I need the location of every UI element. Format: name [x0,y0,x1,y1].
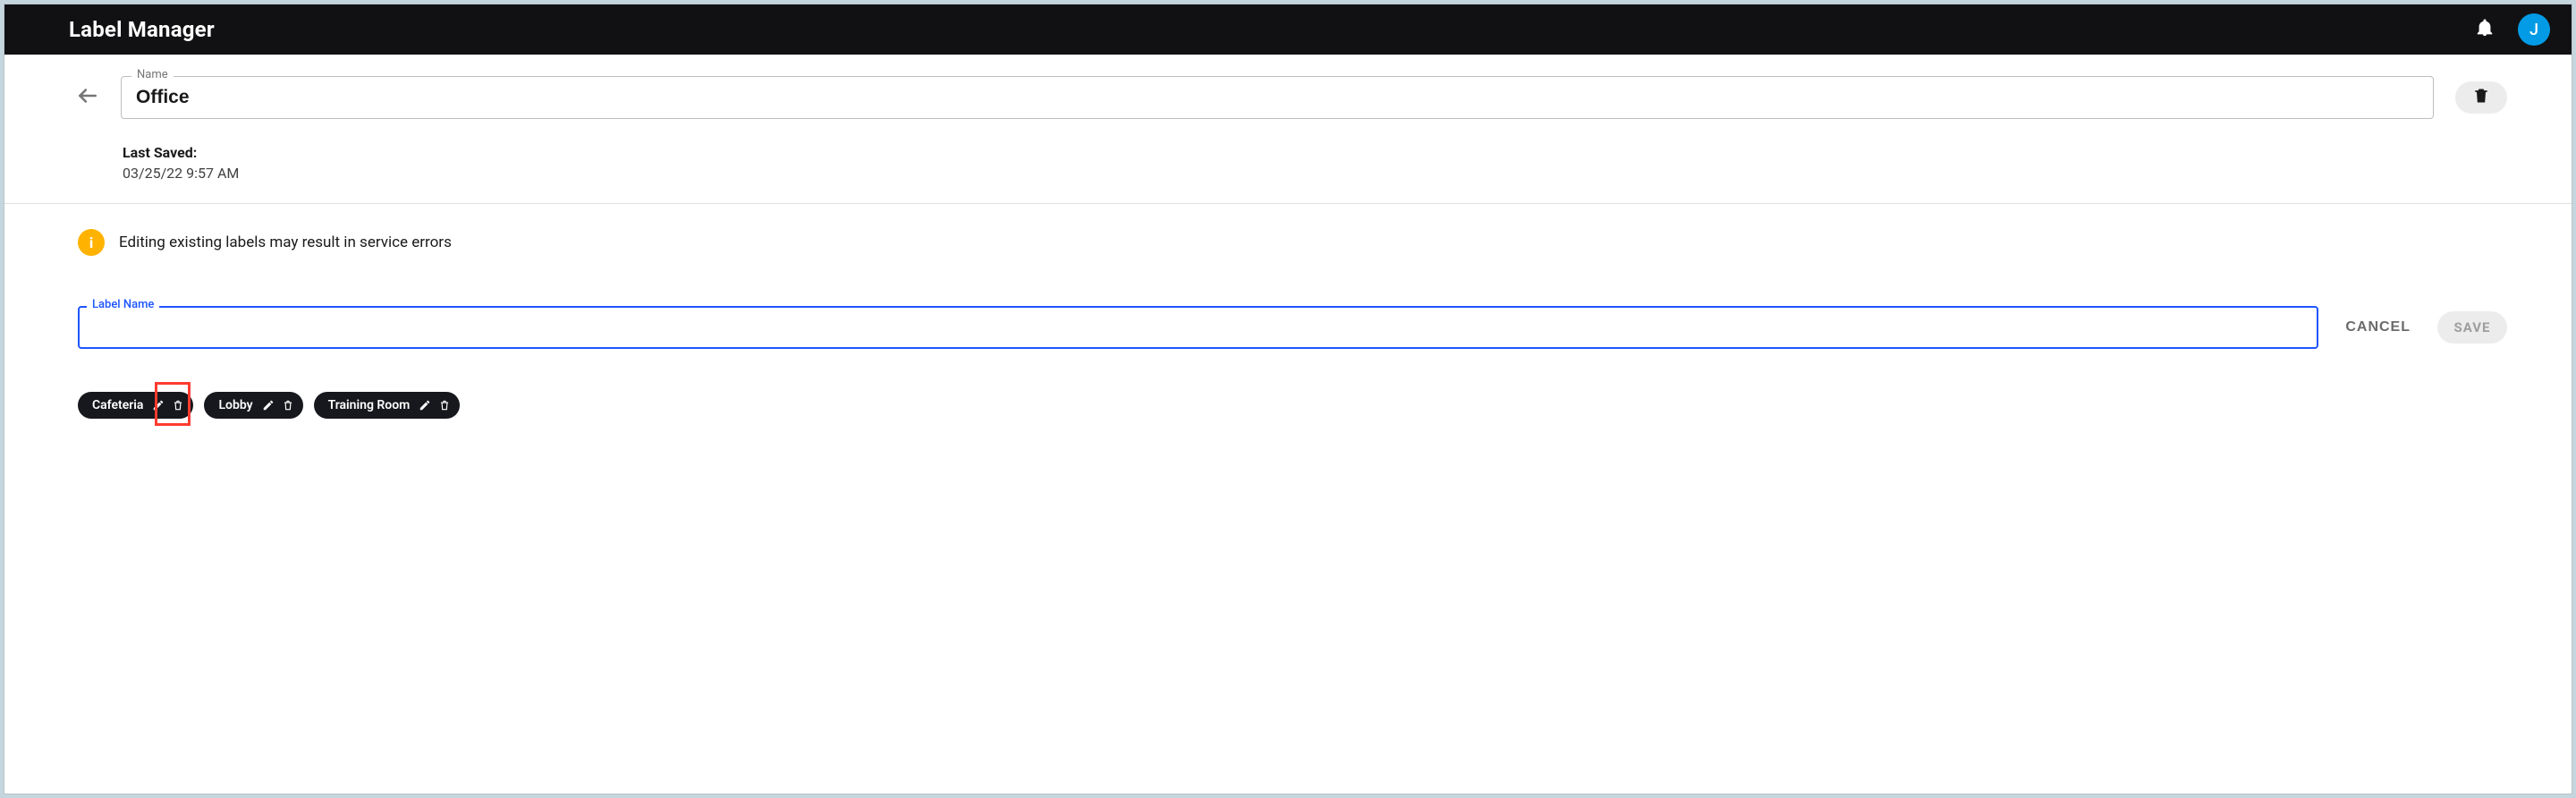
notifications-icon[interactable] [2475,18,2495,41]
trash-icon[interactable] [172,399,184,412]
cancel-button[interactable]: CANCEL [2345,319,2411,335]
label-chips-row: Cafeteria Lobby [78,392,2507,419]
trash-icon [2472,87,2490,108]
name-field-label: Name [131,68,174,81]
chip-label: Cafeteria [92,398,143,412]
last-saved-label: Last Saved: [123,144,2507,161]
app-title: Label Manager [69,17,215,42]
warning-row: i Editing existing labels may result in … [78,229,2507,256]
info-icon: i [78,229,105,256]
pencil-icon[interactable] [152,399,165,412]
header-right: J [2475,13,2550,46]
label-chip-lobby: Lobby [204,392,302,419]
label-name-container: Label Name [78,306,2318,349]
chip-label: Lobby [218,398,252,412]
label-name-input[interactable] [78,306,2318,349]
app-header: Label Manager J [4,4,2572,55]
back-arrow-icon[interactable] [76,84,99,111]
chip-label: Training Room [328,398,411,412]
label-name-label: Label Name [87,298,159,311]
trash-icon[interactable] [282,399,294,412]
warning-text: Editing existing labels may result in se… [119,233,452,251]
user-avatar[interactable]: J [2518,13,2550,46]
delete-label-button[interactable] [2455,81,2507,114]
pencil-icon[interactable] [419,399,431,412]
last-saved-timestamp: 03/25/22 9:57 AM [123,165,2507,182]
label-chip-training-room: Training Room [314,392,461,419]
name-input[interactable] [121,76,2434,119]
pencil-icon[interactable] [262,399,275,412]
label-chip-cafeteria: Cafeteria [78,392,193,419]
save-button[interactable]: SAVE [2437,311,2507,344]
trash-icon[interactable] [438,399,451,412]
name-field-container: Name [121,76,2434,119]
